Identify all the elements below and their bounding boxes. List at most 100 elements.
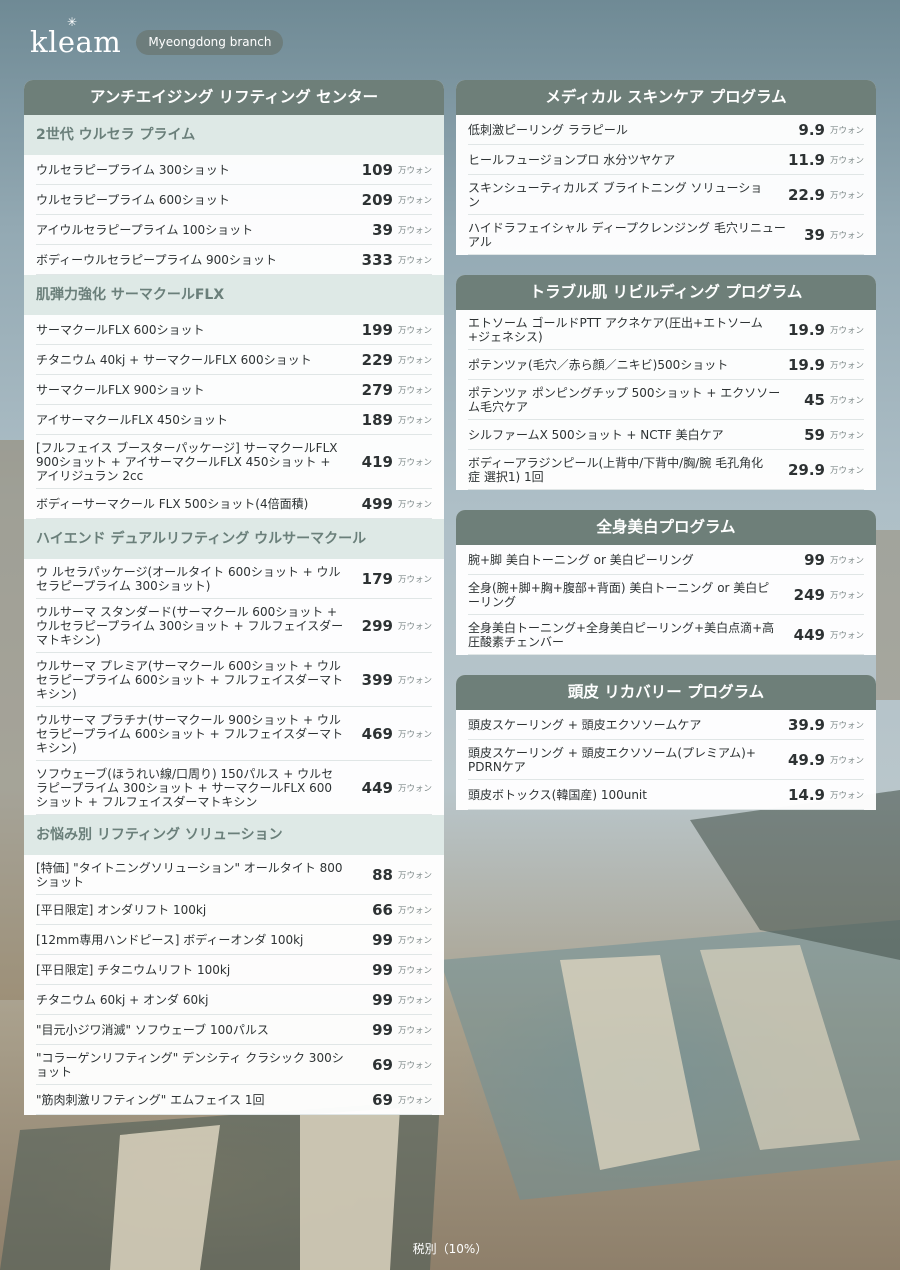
item-name: "筋肉刺激リフティング" エムフェイス 1回	[36, 1092, 265, 1107]
item-name: ウルサーマ スタンダード(サーマクール 600ショット + ウルセラピープライム…	[36, 604, 344, 647]
menu-item: エトソーム ゴールドPTT アクネケア(圧出+エトソーム+ジェネシス) 19.9 万…	[468, 310, 864, 350]
item-name: ウルサーマ プレミア(サーマクール 600ショット + ウルセラピープライム 6…	[36, 658, 344, 701]
price-unit: 万ウォン	[397, 255, 432, 266]
menu-item: アイサーマクールFLX 450ショット 189 万ウォン	[36, 405, 432, 435]
item-price: 22.9	[787, 185, 825, 204]
medical-skincare-panel: メディカル スキンケア プログラム 低刺激ピーリング ララピール 9.9 万ウォン …	[456, 80, 876, 255]
item-name: [特価] "タイトニングソリューション" オールタイト 800ショット	[36, 860, 343, 889]
item-price: 109	[361, 160, 393, 179]
item-name: サーマクールFLX 600ショット	[36, 322, 205, 337]
menu-item: ハイドラフェイシャル ディープクレンジング 毛穴リニューアル 39 万ウォン	[468, 215, 864, 255]
menu-item: ウルセラピープライム 600ショット 209 万ウォン	[36, 185, 432, 215]
price-unit: 万ウォン	[397, 415, 432, 426]
menu-item: ボディーアラジンピール(上背中/下背中/胸/腕 毛孔角化症 選択1) 1回 29.…	[468, 450, 864, 490]
price-unit: 万ウォン	[829, 190, 864, 201]
asterisk-icon: ✳	[67, 15, 78, 29]
item-name: ボディーアラジンピール(上背中/下背中/胸/腕 毛孔角化症 選択1) 1回	[468, 455, 764, 484]
item-name: サーマクールFLX 900ショット	[36, 382, 205, 397]
price-unit: 万ウォン	[829, 590, 864, 601]
price-unit: 万ウォン	[397, 165, 432, 176]
price-unit: 万ウォン	[397, 729, 432, 740]
right-column: メディカル スキンケア プログラム 低刺激ピーリング ララピール 9.9 万ウォン …	[456, 80, 876, 830]
item-price: 66	[372, 900, 393, 919]
item-price: 14.9	[787, 785, 825, 804]
panel-title: 全身美白プログラム	[456, 510, 876, 545]
item-price: 99	[804, 550, 825, 569]
price-unit: 万ウォン	[829, 465, 864, 476]
menu-item: [平日限定] オンダリフト 100kj 66 万ウォン	[36, 895, 432, 925]
page-header: kleam ✳ Myeongdong branch	[30, 15, 284, 62]
trouble-skin-panel: トラブル肌 リビルディング プログラム エトソーム ゴールドPTT アクネケア(…	[456, 275, 876, 490]
item-name: 腕+脚 美白トーニング or 美白ピーリング	[468, 552, 694, 567]
tax-note: 税別（10%）	[412, 1242, 488, 1256]
price-unit: 万ウォン	[397, 905, 432, 916]
price-unit: 万ウォン	[829, 325, 864, 336]
item-price: 189	[361, 410, 393, 429]
item-name: アイウルセラピープライム 100ショット	[36, 222, 254, 237]
menu-item: ウルサーマ プレミア(サーマクール 600ショット + ウルセラピープライム 6…	[36, 653, 432, 707]
item-price: 39	[372, 220, 393, 239]
item-name: ソフウェーブ(ほうれい線/口周り) 150パルス + ウルセラピープライム 30…	[36, 766, 334, 809]
item-list: [特価] "タイトニングソリューション" オールタイト 800ショット 88 万ウォ…	[24, 855, 444, 1115]
price-unit: 万ウォン	[397, 621, 432, 632]
panel-title: アンチエイジング リフティング センター	[24, 80, 444, 115]
item-name: [平日限定] オンダリフト 100kj	[36, 902, 207, 917]
item-name: 低刺激ピーリング ララピール	[468, 122, 628, 137]
price-unit: 万ウォン	[397, 457, 432, 468]
price-unit: 万ウォン	[829, 555, 864, 566]
menu-item: サーマクールFLX 900ショット 279 万ウォン	[36, 375, 432, 405]
item-name: [平日限定] チタニウムリフト 100kj	[36, 962, 231, 977]
item-name: ウルサーマ プラチナ(サーマクール 900ショット + ウルセラピープライム 6…	[36, 712, 344, 755]
item-price: 59	[804, 425, 825, 444]
price-unit: 万ウォン	[829, 230, 864, 241]
menu-item: 低刺激ピーリング ララピール 9.9 万ウォン	[468, 115, 864, 145]
menu-item: [特価] "タイトニングソリューション" オールタイト 800ショット 88 万ウォ…	[36, 855, 432, 895]
item-name: 頭皮ボトックス(韓国産) 100unit	[468, 787, 647, 802]
item-name: [フルフェイス ブースターパッケージ] サーマクールFLX 900ショット + …	[36, 440, 338, 483]
item-price: 11.9	[787, 150, 825, 169]
menu-item: ソフウェーブ(ほうれい線/口周り) 150パルス + ウルセラピープライム 30…	[36, 761, 432, 815]
menu-item: スキンシューティカルズ ブライトニング ソリューション 22.9 万ウォン	[468, 175, 864, 215]
item-price: 69	[372, 1055, 393, 1074]
item-list: エトソーム ゴールドPTT アクネケア(圧出+エトソーム+ジェネシス) 19.9 万…	[456, 310, 876, 490]
item-list: ウルセラピープライム 300ショット 109 万ウォン ウルセラピープライム 600…	[24, 155, 444, 275]
item-name: チタニウム 60kj + オンダ 60kj	[36, 992, 209, 1007]
price-unit: 万ウォン	[397, 195, 432, 206]
section-heading: 肌弾力強化 サーマクールFLX	[24, 275, 444, 315]
price-unit: 万ウォン	[829, 395, 864, 406]
price-unit: 万ウォン	[829, 155, 864, 166]
price-unit: 万ウォン	[829, 790, 864, 801]
item-name: スキンシューティカルズ ブライトニング ソリューション	[468, 180, 763, 209]
item-price: 449	[361, 778, 393, 797]
menu-item: ヒールフュージョンプロ 水分ツヤケア 11.9 万ウォン	[468, 145, 864, 175]
item-list: サーマクールFLX 600ショット 199 万ウォン チタニウム 40kj + サー…	[24, 315, 444, 519]
item-price: 199	[361, 320, 393, 339]
panel-title: トラブル肌 リビルディング プログラム	[456, 275, 876, 310]
item-name: 全身(腕+脚+胸+腹部+背面) 美白トーニング or 美白ピーリング	[468, 580, 770, 609]
item-name: チタニウム 40kj + サーマクールFLX 600ショット	[36, 352, 312, 367]
menu-item: ウ ルセラパッケージ(オールタイト 600ショット + ウルセラピープライム 3…	[36, 559, 432, 599]
menu-item: ウルサーマ スタンダード(サーマクール 600ショット + ウルセラピープライム…	[36, 599, 432, 653]
item-price: 9.9	[798, 120, 825, 139]
item-price: 49.9	[787, 750, 825, 769]
item-name: ボディーウルセラピープライム 900ショット	[36, 252, 277, 267]
menu-item: アイウルセラピープライム 100ショット 39 万ウォン	[36, 215, 432, 245]
price-unit: 万ウォン	[829, 630, 864, 641]
menu-item: ポテンツァ ポンピングチップ 500ショット + エクソソーム毛穴ケア 45 万ウォ…	[468, 380, 864, 420]
item-price: 39	[804, 225, 825, 244]
item-list: ウ ルセラパッケージ(オールタイト 600ショット + ウルセラピープライム 3…	[24, 559, 444, 815]
item-price: 69	[372, 1090, 393, 1109]
branch-badge: Myeongdong branch	[136, 29, 284, 55]
item-name: ハイドラフェイシャル ディープクレンジング 毛穴リニューアル	[468, 220, 786, 249]
price-unit: 万ウォン	[397, 325, 432, 336]
price-unit: 万ウォン	[829, 755, 864, 766]
item-price: 29.9	[787, 460, 825, 479]
menu-item: チタニウム 40kj + サーマクールFLX 600ショット 229 万ウォン	[36, 345, 432, 375]
item-price: 99	[372, 930, 393, 949]
item-list: 腕+脚 美白トーニング or 美白ピーリング 99 万ウォン 全身(腕+脚+胸+腹部…	[456, 545, 876, 655]
item-name: 頭皮スケーリング + 頭皮エクソソームケア	[468, 717, 702, 732]
item-name: ウ ルセラパッケージ(オールタイト 600ショット + ウルセラピープライム 3…	[36, 564, 341, 593]
panel-title: メディカル スキンケア プログラム	[456, 80, 876, 115]
menu-item: [フルフェイス ブースターパッケージ] サーマクールFLX 900ショット + …	[36, 435, 432, 489]
price-unit: 万ウォン	[397, 499, 432, 510]
